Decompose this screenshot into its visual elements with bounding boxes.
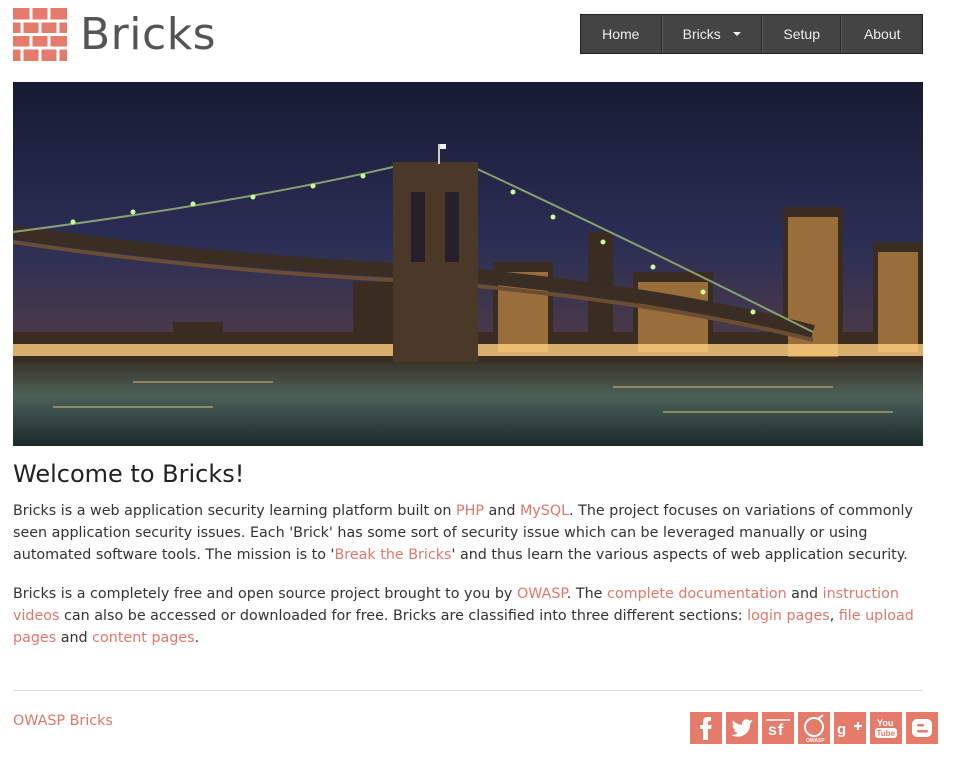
nav-setup[interactable]: Setup xyxy=(761,15,842,53)
owasp-icon[interactable]: OWASP xyxy=(798,712,830,744)
main-nav: Home Bricks Setup About xyxy=(580,14,923,54)
mysql-link[interactable]: MySQL xyxy=(520,503,569,519)
about-text-3: and xyxy=(786,586,823,602)
about-text-6: and xyxy=(56,630,93,646)
about-text-2: . The xyxy=(566,586,608,602)
google-plus-icon[interactable]: g xyxy=(834,712,866,744)
about-text-1: Bricks is a completely free and open sou… xyxy=(13,586,517,602)
content-pages-link[interactable]: content pages xyxy=(92,630,194,646)
php-link[interactable]: PHP xyxy=(456,503,484,519)
svg-text:OWASP: OWASP xyxy=(806,738,825,744)
youtube-icon[interactable]: You Tube xyxy=(870,712,902,744)
page-title: Welcome to Bricks! xyxy=(13,460,245,488)
nav-about-label: About xyxy=(863,26,901,42)
about-text-5: , xyxy=(829,608,839,624)
nav-home-label: Home xyxy=(602,26,640,42)
intro-paragraph: Bricks is a web application security lea… xyxy=(13,500,923,566)
nav-bricks-dropdown[interactable]: Bricks xyxy=(661,15,762,53)
footer-owasp-bricks-link[interactable]: OWASP Bricks xyxy=(13,713,113,729)
login-pages-link[interactable]: login pages xyxy=(747,608,830,624)
nav-about[interactable]: About xyxy=(841,15,922,53)
nav-bricks-label: Bricks xyxy=(682,26,721,42)
about-paragraph: Bricks is a completely free and open sou… xyxy=(13,583,923,649)
twitter-icon[interactable] xyxy=(726,712,758,744)
intro-text-1: Bricks is a web application security lea… xyxy=(13,503,456,519)
sourceforge-icon[interactable]: sf xyxy=(762,712,794,744)
svg-text:Tube: Tube xyxy=(877,729,896,738)
nav-home[interactable]: Home xyxy=(581,15,662,53)
facebook-icon[interactable] xyxy=(690,712,722,744)
footer-divider xyxy=(13,690,923,691)
social-links: sf OWASP g You Tube xyxy=(690,712,938,744)
about-text-4: can also be accessed or downloaded for f… xyxy=(59,608,748,624)
nav-setup-label: Setup xyxy=(783,26,820,42)
svg-text:sf: sf xyxy=(768,722,784,739)
brand-title[interactable]: Bricks xyxy=(80,9,216,61)
bricks-logo-icon[interactable] xyxy=(13,8,67,61)
hero-image-bridge-night xyxy=(13,82,923,446)
caret-down-icon xyxy=(732,32,741,36)
intro-text-4: ' and thus learn the various aspects of … xyxy=(451,547,908,563)
owasp-link[interactable]: OWASP xyxy=(517,586,567,602)
break-the-bricks-link[interactable]: Break the Bricks xyxy=(334,547,451,563)
intro-text-2: and xyxy=(483,503,520,519)
svg-text:You: You xyxy=(877,718,893,728)
blogger-icon[interactable] xyxy=(906,712,938,744)
svg-text:g: g xyxy=(837,721,846,738)
about-text-7: . xyxy=(194,630,200,646)
documentation-link[interactable]: complete documentation xyxy=(607,586,787,602)
